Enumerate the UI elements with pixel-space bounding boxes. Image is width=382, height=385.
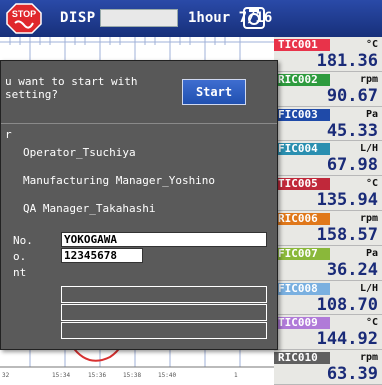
- channel-row[interactable]: FIC004 L/H 67.98: [274, 141, 382, 177]
- x-axis-label: 32: [2, 372, 10, 379]
- channel-unit: °C: [365, 178, 378, 190]
- approver-manufacturing: Manufacturing Manager_Yoshino: [23, 174, 216, 187]
- channel-row[interactable]: FIC007 Pa 36.24: [274, 246, 382, 281]
- channel-value: 158.57: [316, 225, 378, 245]
- comment-input-3[interactable]: [61, 322, 267, 339]
- comment-label: nt: [13, 266, 27, 279]
- approver-qa: QA Manager_Takahashi: [23, 202, 156, 215]
- channel-unit: °C: [365, 317, 378, 329]
- channel-row[interactable]: RIC010 rpm 63.39: [274, 350, 382, 385]
- channel-unit: L/H: [359, 143, 378, 155]
- channel-tag: TIC005: [274, 178, 330, 191]
- channel-unit: rpm: [359, 352, 378, 364]
- x-axis-label: 15:36: [88, 372, 107, 379]
- comment-input-1[interactable]: [61, 286, 267, 303]
- dialog-prompt: u want to start with setting?: [5, 75, 138, 101]
- channel-value: 181.36: [316, 51, 378, 71]
- channel-value: 108.70: [316, 294, 378, 315]
- channel-tag: FIC008: [274, 282, 330, 295]
- channel-unit: Pa: [365, 247, 378, 259]
- x-axis-label: 15:34: [52, 372, 71, 379]
- channel-unit: °C: [365, 39, 378, 50]
- field-label-o: o.: [13, 250, 27, 263]
- channel-value: 45.33: [326, 120, 378, 141]
- channel-value: 67.98: [326, 155, 378, 176]
- channel-tag: FIC007: [274, 247, 330, 260]
- x-axis-label: 15:40: [158, 372, 177, 379]
- channel-tag: TIC009: [274, 317, 330, 330]
- channel-tag: FIC003: [274, 108, 330, 121]
- channel-row[interactable]: FIC003 Pa 45.33: [274, 107, 382, 142]
- channel-row[interactable]: FIC008 L/H 108.70: [274, 281, 382, 316]
- channel-tag: FIC004: [274, 143, 330, 156]
- camera-icon[interactable]: [242, 6, 266, 30]
- x-axis-label: 15:38: [123, 372, 142, 379]
- channel-row[interactable]: RIC002 rpm 90.67: [274, 72, 382, 107]
- display-field: [100, 9, 178, 27]
- no-input[interactable]: YOKOGAWA: [61, 232, 267, 247]
- channel-unit: rpm: [359, 213, 378, 224]
- channel-value: 63.39: [326, 364, 378, 385]
- start-button[interactable]: Start: [182, 79, 246, 105]
- channel-tag: TIC001: [274, 39, 330, 51]
- channel-tag: RIC010: [274, 352, 330, 365]
- channel-unit: Pa: [365, 108, 378, 120]
- channel-tag: RIC006: [274, 213, 330, 225]
- comment-input-2[interactable]: [61, 304, 267, 321]
- channel-unit: L/H: [359, 282, 378, 294]
- channel-value: 36.24: [326, 259, 378, 280]
- channel-row[interactable]: RIC006 rpm 158.57: [274, 211, 382, 246]
- disp-label: DISP: [60, 10, 96, 26]
- start-dialog: u want to start with setting? Start r Op…: [0, 60, 278, 350]
- channel-tag: RIC002: [274, 73, 330, 86]
- channel-value: 90.67: [326, 85, 378, 106]
- approver-operator: Operator_Tsuchiya: [23, 146, 136, 159]
- channel-unit: rpm: [359, 73, 378, 85]
- o-input[interactable]: 12345678: [61, 248, 143, 263]
- channel-row[interactable]: TIC001 °C 181.36: [274, 37, 382, 72]
- x-axis-label: 1: [234, 372, 238, 379]
- frame-title: r: [5, 128, 12, 141]
- channel-panel: TIC001 °C 181.36 RIC002 rpm 90.67 FIC003 Pa 45.3…: [274, 37, 382, 385]
- top-bar: STOP DISP 1hour 7/16: [0, 0, 382, 37]
- channel-value: 135.94: [316, 190, 378, 211]
- approval-frame: r Operator_Tsuchiya Manufacturing Manage…: [1, 123, 277, 349]
- stop-sign-icon[interactable]: STOP: [6, 3, 42, 34]
- svg-text:STOP: STOP: [12, 9, 36, 19]
- field-label-no: No.: [13, 234, 33, 247]
- channel-row[interactable]: TIC009 °C 144.92: [274, 315, 382, 351]
- channel-row[interactable]: TIC005 °C 135.94: [274, 176, 382, 211]
- channel-value: 144.92: [316, 329, 378, 350]
